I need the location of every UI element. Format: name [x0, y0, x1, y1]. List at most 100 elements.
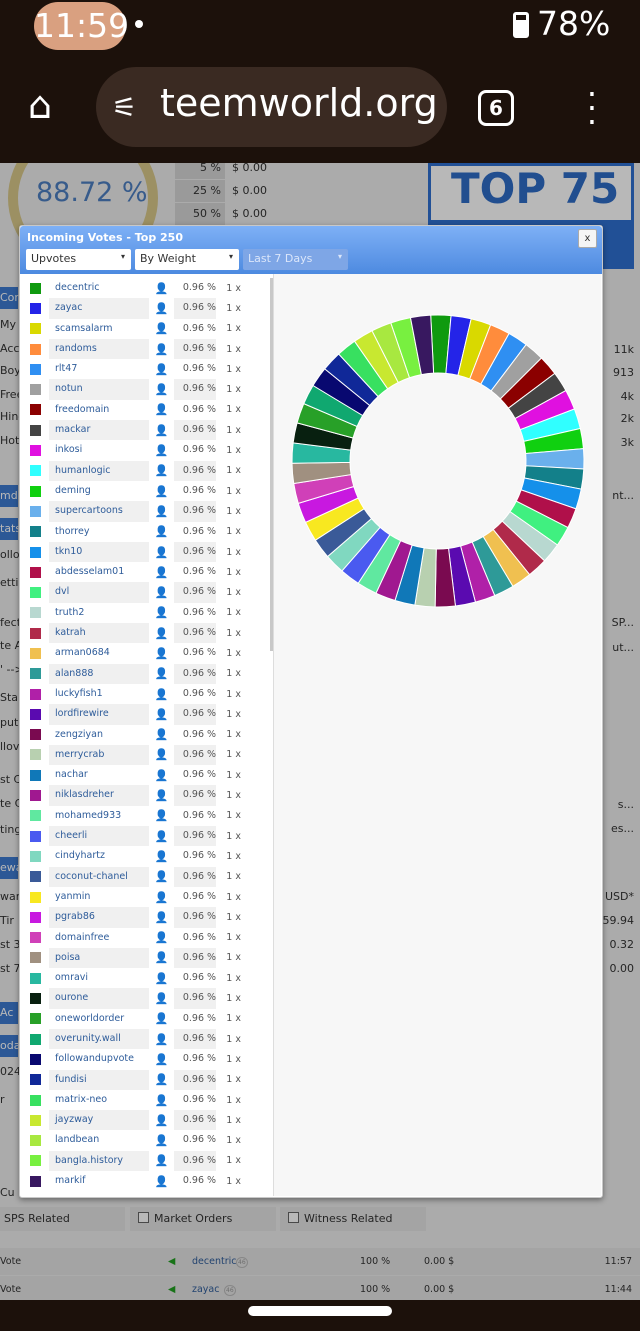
voter-name-link[interactable]: pgrab86	[49, 907, 149, 928]
user-icon[interactable]: 👤	[149, 1094, 174, 1107]
voter-name-link[interactable]: zengziyan	[49, 725, 149, 745]
user-icon[interactable]: 👤	[149, 830, 174, 843]
voter-name-link[interactable]: markif	[49, 1171, 149, 1191]
site-settings-icon[interactable]: ⚟	[112, 91, 137, 124]
voter-name-link[interactable]: deming	[49, 481, 149, 501]
user-icon[interactable]: 👤	[149, 789, 174, 802]
sort-select[interactable]: By Weight ▾	[135, 249, 239, 270]
voter-name-link[interactable]: nachar	[49, 765, 149, 785]
voter-name-link[interactable]: matrix-neo	[49, 1090, 149, 1110]
voter-name-link[interactable]: mackar	[49, 420, 149, 441]
voter-name-link[interactable]: cindyhartz	[49, 846, 149, 866]
period-select[interactable]: Last 7 Days ▾	[243, 249, 348, 270]
user-icon[interactable]: 👤	[149, 1073, 174, 1086]
voter-name-link[interactable]: domainfree	[49, 928, 149, 948]
user-icon[interactable]: 👤	[149, 586, 174, 599]
user-icon[interactable]: 👤	[149, 485, 174, 498]
more-menu-icon[interactable]: · · ·	[582, 78, 602, 138]
user-icon[interactable]: 👤	[149, 505, 174, 518]
voter-name-link[interactable]: followandupvote	[49, 1049, 149, 1069]
voter-name-link[interactable]: abdesselam01	[49, 562, 149, 582]
user-icon[interactable]: 👤	[149, 343, 174, 356]
voter-name-link[interactable]: niklasdreher	[49, 785, 149, 806]
voter-name-link[interactable]: fundisi	[49, 1069, 149, 1090]
user-icon[interactable]: 👤	[149, 1053, 174, 1066]
voter-name-link[interactable]: notun	[49, 379, 149, 400]
user-icon[interactable]: 👤	[149, 951, 174, 964]
user-icon[interactable]: 👤	[149, 748, 174, 761]
voter-name-link[interactable]: inkosi	[49, 440, 149, 460]
voter-name-link[interactable]: landbean	[49, 1130, 149, 1150]
voter-name-link[interactable]: arman0684	[49, 643, 149, 663]
user-icon[interactable]: 👤	[149, 403, 174, 416]
user-icon[interactable]: 👤	[149, 424, 174, 437]
voter-name-link[interactable]: thorrey	[49, 522, 149, 542]
voter-name-link[interactable]: poisa	[49, 947, 149, 969]
voter-name-link[interactable]: cheerli	[49, 826, 149, 847]
user-icon[interactable]: 👤	[149, 850, 174, 863]
user-icon[interactable]: 👤	[149, 444, 174, 457]
user-icon[interactable]: 👤	[149, 972, 174, 985]
voter-name-link[interactable]: jayzway	[49, 1110, 149, 1131]
vote-type-select[interactable]: Upvotes ▾	[26, 249, 131, 270]
user-icon[interactable]: 👤	[149, 688, 174, 701]
user-icon[interactable]: 👤	[149, 931, 174, 944]
voter-name-link[interactable]: overunity.wall	[49, 1028, 149, 1050]
user-icon[interactable]: 👤	[149, 809, 174, 822]
voter-name-link[interactable]: mohamed933	[49, 806, 149, 826]
voter-name-link[interactable]: alan888	[49, 663, 149, 684]
tab-switcher-button[interactable]: 6	[478, 90, 514, 126]
user-icon[interactable]: 👤	[149, 606, 174, 619]
voter-name-link[interactable]: katrah	[49, 623, 149, 644]
user-icon[interactable]: 👤	[149, 708, 174, 721]
user-icon[interactable]: 👤	[149, 1012, 174, 1025]
voter-name-link[interactable]: omravi	[49, 968, 149, 988]
voter-name-link[interactable]: decentric	[49, 278, 149, 298]
home-gesture-handle[interactable]	[248, 1306, 392, 1316]
voter-name-link[interactable]: rlt47	[49, 359, 149, 379]
user-icon[interactable]: 👤	[149, 1033, 174, 1046]
user-icon[interactable]: 👤	[149, 667, 174, 680]
voter-name-link[interactable]: supercartoons	[49, 501, 149, 522]
voter-name-link[interactable]: yanmin	[49, 887, 149, 907]
user-icon[interactable]: 👤	[149, 992, 174, 1005]
user-icon[interactable]: 👤	[149, 546, 174, 559]
user-icon[interactable]: 👤	[149, 627, 174, 640]
voter-name-link[interactable]: coconut-chanel	[49, 866, 149, 887]
voter-name-link[interactable]: scamsalarm	[49, 319, 149, 339]
voter-name-link[interactable]: tkn10	[49, 541, 149, 563]
user-icon[interactable]: 👤	[149, 911, 174, 924]
user-icon[interactable]: 👤	[149, 1154, 174, 1167]
user-icon[interactable]: 👤	[149, 891, 174, 904]
user-icon[interactable]: 👤	[149, 464, 174, 477]
user-icon[interactable]: 👤	[149, 302, 174, 315]
voter-name-link[interactable]: humanlogic	[49, 460, 149, 481]
user-icon[interactable]: 👤	[149, 728, 174, 741]
user-icon[interactable]: 👤	[149, 525, 174, 538]
user-icon[interactable]: 👤	[149, 363, 174, 376]
voter-name-link[interactable]: lordfirewire	[49, 704, 149, 725]
user-icon[interactable]: 👤	[149, 383, 174, 396]
home-icon[interactable]: ⌂	[28, 85, 68, 125]
user-icon[interactable]: 👤	[149, 870, 174, 883]
user-icon[interactable]: 👤	[149, 1114, 174, 1127]
voter-name-link[interactable]: dvl	[49, 582, 149, 603]
user-icon[interactable]: 👤	[149, 1134, 174, 1147]
voter-name-link[interactable]: freedomain	[49, 400, 149, 420]
user-icon[interactable]: 👤	[149, 282, 174, 295]
user-icon[interactable]: 👤	[149, 647, 174, 660]
voter-name-link[interactable]: luckyfish1	[49, 684, 149, 704]
user-icon[interactable]: 👤	[149, 769, 174, 782]
close-button[interactable]: x	[578, 229, 597, 248]
user-icon[interactable]: 👤	[149, 566, 174, 579]
voter-name-link[interactable]: merrycrab	[49, 744, 149, 766]
voter-name-link[interactable]: zayac	[49, 298, 149, 319]
voter-name-link[interactable]: truth2	[49, 603, 149, 623]
user-icon[interactable]: 👤	[149, 1175, 174, 1188]
user-icon[interactable]: 👤	[149, 322, 174, 335]
voter-name-link[interactable]: randoms	[49, 338, 149, 360]
voter-name-link[interactable]: ourone	[49, 988, 149, 1009]
voter-name-link[interactable]: bangla.history	[49, 1150, 149, 1172]
voter-name-link[interactable]: oneworldorder	[49, 1009, 149, 1029]
address-bar[interactable]: ⚟ teemworld.org	[96, 67, 447, 147]
